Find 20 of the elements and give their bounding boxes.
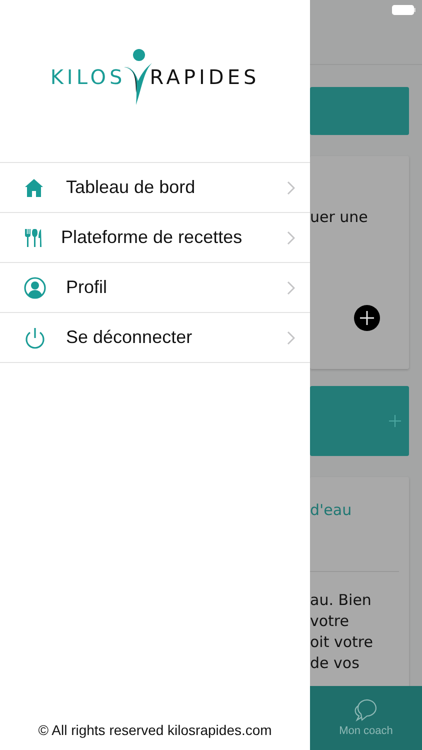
tab-label: Mon coach [339, 725, 393, 737]
menu-item[interactable]: Tableau de bord [0, 163, 310, 213]
card-text: uer une [310, 207, 369, 226]
menu-item[interactable]: Profil [0, 263, 310, 313]
home-icon [24, 178, 44, 198]
card-paragraph: au. Bien votre oit votre de vos [310, 590, 374, 674]
power-icon [24, 326, 46, 348]
chevron-icon [287, 280, 295, 294]
person-icon [24, 276, 46, 298]
chevron-icon [287, 330, 295, 344]
add-button[interactable] [354, 305, 380, 331]
chevron-icon [287, 180, 295, 194]
logo-text: KILOS [50, 65, 126, 89]
logo-text: RAPIDES [150, 65, 260, 89]
copyright-text: © All rights reserved kilosrapides.com [37, 722, 273, 740]
cutlery-icon [24, 228, 42, 248]
card-title: d'eau [310, 500, 353, 519]
battery-icon [392, 5, 416, 15]
menu-item[interactable]: Plateforme de recettes [0, 213, 310, 263]
chevron-icon [287, 230, 295, 244]
